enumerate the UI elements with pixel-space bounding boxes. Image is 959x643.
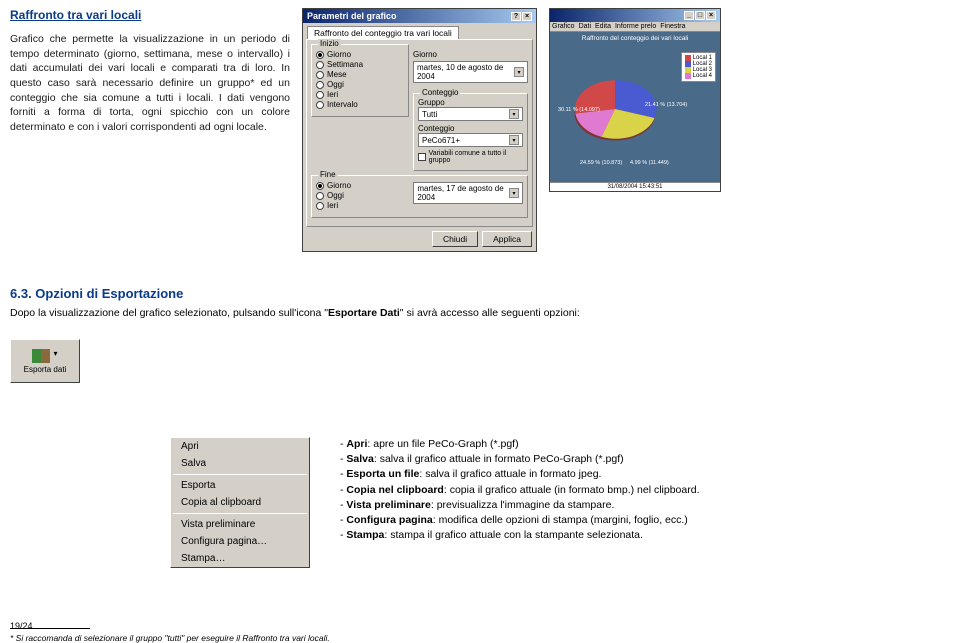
- menu-item[interactable]: Dati: [579, 23, 591, 30]
- chevron-down-icon: ▾: [53, 349, 57, 358]
- section-63-intro: Dopo la visualizzazione del grafico sele…: [10, 307, 949, 319]
- maximize-icon[interactable]: □: [695, 11, 705, 20]
- dialog-title-text: Parametri del grafico: [307, 11, 397, 21]
- bullet-config: - Configura pagina: modifica delle opzio…: [340, 513, 699, 528]
- section-63-heading: 6.3. Opzioni di Esportazione: [10, 286, 949, 301]
- context-menu: Apri Salva Esporta Copia al clipboard Vi…: [170, 437, 310, 568]
- bullet-copia: - Copia nel clipboard: copia il grafico …: [340, 483, 699, 498]
- date-field-end[interactable]: martes, 17 de agosto de 2004▾: [413, 182, 523, 204]
- menu-separator: [173, 513, 307, 514]
- piewin-status: 31/08/2004 15:43:51: [550, 182, 720, 191]
- parametri-dialog: Parametri del grafico ? × Raffronto del …: [302, 8, 537, 252]
- menu-item[interactable]: Finestra: [660, 23, 685, 30]
- chevron-down-icon: ▾: [509, 188, 519, 198]
- label-gruppo: Gruppo: [418, 98, 523, 107]
- radio-giorno[interactable]: Giorno: [316, 50, 404, 59]
- menu-apri[interactable]: Apri: [171, 438, 309, 455]
- piewin-titlebar: _□×: [550, 9, 720, 22]
- date-field-start[interactable]: martes, 10 de agosto de 2004▾: [413, 61, 528, 83]
- close-icon[interactable]: ×: [706, 11, 716, 20]
- group-fine: Giorno Oggi Ieri martes, 17 de agosto de…: [311, 175, 528, 218]
- pie-chart-area: Raffronto del conteggio dei vari locali …: [550, 32, 720, 182]
- piewin-menu: Grafico Dati Edita Informe prelo Finestr…: [550, 22, 720, 32]
- radio-settimana[interactable]: Settimana: [316, 60, 404, 69]
- checkbox-variabili[interactable]: Variabili comune a tutto il gruppo: [418, 150, 523, 164]
- pie-chart-window: _□× Grafico Dati Edita Informe prelo Fin…: [549, 8, 721, 192]
- bullet-list: - Apri: apre un file PeCo-Graph (*.pgf) …: [340, 437, 699, 544]
- radio-intervalo[interactable]: Intervalo: [316, 100, 404, 109]
- menu-salva[interactable]: Salva: [171, 455, 309, 472]
- menu-separator: [173, 474, 307, 475]
- slice-label: 30.11 % (14.097): [558, 107, 600, 113]
- esporta-label: Esporta dati: [24, 365, 67, 374]
- applica-button[interactable]: Applica: [482, 231, 532, 247]
- menu-stampa[interactable]: Stampa…: [171, 550, 309, 567]
- radio-mese[interactable]: Mese: [316, 70, 404, 79]
- chevron-down-icon: ▾: [509, 109, 519, 119]
- radio-oggi[interactable]: Oggi: [316, 80, 404, 89]
- menu-copia[interactable]: Copia al clipboard: [171, 494, 309, 511]
- footnote-text: * Si raccomanda di selezionare il gruppo…: [10, 633, 949, 643]
- chart-title: Raffronto del conteggio dei vari locali: [550, 35, 720, 42]
- help-icon[interactable]: ?: [511, 12, 521, 21]
- section-paragraph: Grafico che permette la visualizzazione …: [10, 32, 290, 135]
- piewin-title: [554, 12, 556, 19]
- group-conteggio: Gruppo Tutti▾ Conteggio PeCo671+▾ Variab…: [413, 93, 528, 171]
- radio-giorno-fine[interactable]: Giorno: [316, 181, 409, 190]
- menu-esporta[interactable]: Esporta: [171, 477, 309, 494]
- esporta-dati-button[interactable]: ▾ Esporta dati: [10, 339, 80, 383]
- top-row: Raffronto tra vari locali Grafico che pe…: [10, 8, 949, 252]
- row-menu-bullets: Apri Salva Esporta Copia al clipboard Vi…: [170, 387, 949, 568]
- bullet-vista: - Vista preliminare: previsualizza l'imm…: [340, 498, 699, 513]
- bullet-salva: - Salva: salva il grafico attuale in for…: [340, 452, 699, 467]
- chevron-down-icon: ▾: [509, 135, 519, 145]
- label-giorno1: Giorno: [413, 50, 528, 59]
- dialog-body: Giorno Settimana Mese Oggi Ieri Interval…: [306, 39, 533, 227]
- radio-oggi-fine[interactable]: Oggi: [316, 191, 409, 200]
- pie-legend: Local 1 Local 2 Local 3 Local 4: [681, 52, 716, 82]
- minimize-icon[interactable]: _: [684, 11, 694, 20]
- dialog-button-row: Chiudi Applica: [307, 231, 532, 247]
- slice-label: 21.41 % (13.704): [645, 102, 687, 108]
- page-number: 19/24: [10, 621, 33, 631]
- bullet-apri: - Apri: apre un file PeCo-Graph (*.pgf): [340, 437, 699, 452]
- chiudi-button[interactable]: Chiudi: [432, 231, 478, 247]
- slice-label: 24.59 % (10.873): [580, 160, 622, 166]
- menu-item[interactable]: Informe prelo: [615, 23, 656, 30]
- dialog-tab[interactable]: Raffronto del conteggio tra vari locali: [307, 26, 459, 39]
- menu-config[interactable]: Configura pagina…: [171, 533, 309, 550]
- group-inizio: Giorno Settimana Mese Oggi Ieri Interval…: [311, 44, 409, 117]
- window-buttons: ? ×: [511, 12, 532, 21]
- menu-vista[interactable]: Vista preliminare: [171, 516, 309, 533]
- dialog-titlebar: Parametri del grafico ? ×: [303, 9, 536, 23]
- section-text: Raffronto tra vari locali Grafico che pe…: [10, 8, 290, 135]
- chevron-down-icon: ▾: [514, 67, 524, 77]
- radio-ieri[interactable]: Ieri: [316, 90, 404, 99]
- intro-bold: Esportare Dati: [328, 307, 400, 319]
- radio-ieri-fine[interactable]: Ieri: [316, 201, 409, 210]
- label-conteggio: Conteggio: [418, 124, 523, 133]
- menu-item[interactable]: Grafico: [552, 23, 575, 30]
- menu-item[interactable]: Edita: [595, 23, 611, 30]
- bullet-stampa: - Stampa: stampa il grafico attuale con …: [340, 528, 699, 543]
- gruppo-select[interactable]: Tutti▾: [418, 107, 523, 121]
- section-title: Raffronto tra vari locali: [10, 8, 290, 22]
- bullet-esporta: - Esporta un file: salva il grafico attu…: [340, 467, 699, 482]
- export-icon: [32, 349, 50, 363]
- close-icon[interactable]: ×: [522, 12, 532, 21]
- conteggio-select[interactable]: PeCo671+▾: [418, 133, 523, 147]
- slice-label: 4.99 % (11.449): [630, 160, 669, 166]
